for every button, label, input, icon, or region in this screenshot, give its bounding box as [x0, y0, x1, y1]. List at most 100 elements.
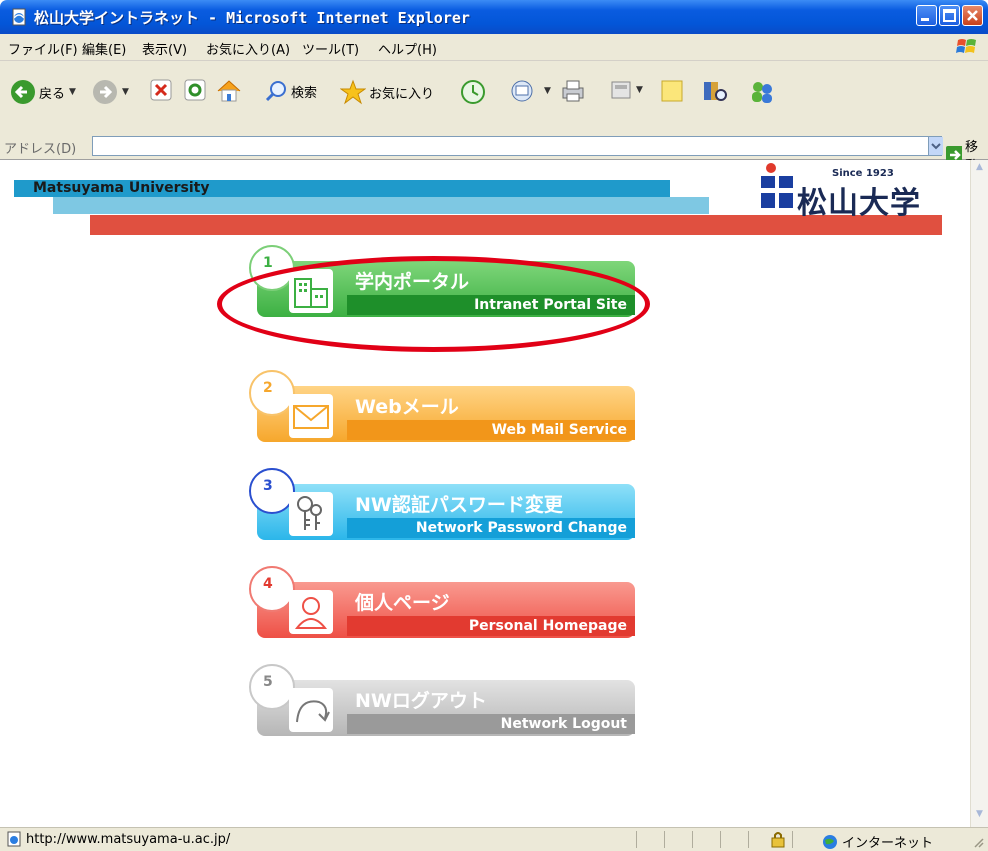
logout-arrow-icon — [296, 700, 330, 723]
history-button[interactable] — [460, 79, 486, 105]
lock-icon — [771, 832, 785, 848]
favorites-button[interactable]: お気に入り — [340, 79, 434, 105]
edit-dropdown-icon[interactable]: ▼ — [636, 85, 643, 95]
research-books-icon — [704, 82, 727, 101]
messenger-icon — [752, 82, 772, 103]
research-button[interactable] — [702, 79, 728, 103]
back-dropdown-icon[interactable]: ▼ — [69, 87, 76, 97]
logo-text[interactable]: 松山大学 — [797, 178, 921, 222]
globe-icon — [823, 834, 837, 849]
close-icon — [967, 10, 978, 21]
mail-dropdown-icon[interactable]: ▼ — [544, 86, 551, 96]
address-bar: アドレス(D) 移動 — [0, 133, 988, 174]
stop-button[interactable] — [150, 79, 172, 101]
button-title: NW認証パスワード変更 — [355, 494, 563, 516]
back-arrow-icon — [11, 80, 35, 104]
button-subtitle: Personal Homepage — [468, 618, 627, 634]
menu-edit[interactable]: 編集(E) — [82, 39, 126, 58]
status-divider — [636, 831, 637, 848]
minimize-button[interactable] — [916, 5, 937, 26]
minimize-icon — [921, 18, 929, 21]
favorites-star-icon — [340, 79, 366, 105]
page-content: Matsuyama University Since 1923 松山大学 1 学… — [7, 160, 970, 827]
icon-box — [289, 492, 333, 536]
scroll-down-icon[interactable]: ▼ — [972, 809, 987, 825]
status-divider — [720, 831, 721, 848]
site-name: Matsuyama University — [33, 180, 210, 196]
web-mail-button[interactable]: 2 Webメール Web Mail Service — [249, 370, 635, 442]
ie-page-icon — [12, 8, 26, 26]
search-icon — [265, 81, 286, 102]
highlight-ellipse — [217, 256, 650, 352]
status-divider — [692, 831, 693, 848]
address-dropdown-button[interactable] — [928, 137, 943, 155]
forward-arrow-icon — [93, 80, 117, 104]
refresh-button[interactable] — [184, 79, 206, 101]
icon-box — [289, 394, 333, 438]
maximize-icon — [943, 9, 956, 22]
mail-button[interactable]: ▼ — [510, 79, 551, 103]
ie-page-icon — [7, 831, 21, 847]
back-button[interactable]: 戻る ▼ — [10, 79, 76, 105]
button-subtitle: Network Password Change — [415, 520, 627, 536]
favorites-label: お気に入り — [369, 86, 435, 102]
sticky-note-icon — [661, 80, 683, 102]
close-button[interactable] — [962, 5, 983, 26]
menu-favorites[interactable]: お気に入り(A) — [206, 39, 290, 58]
person-icon — [294, 597, 328, 629]
envelope-icon — [293, 405, 329, 429]
zone-label: インターネット — [842, 836, 934, 851]
browser-window: 松山大学イントラネット - Microsoft Internet Explore… — [0, 0, 988, 851]
menu-view[interactable]: 表示(V) — [142, 39, 187, 58]
forward-dropdown-icon[interactable]: ▼ — [122, 87, 129, 97]
home-icon — [217, 80, 241, 102]
forward-button[interactable]: ▼ — [92, 79, 129, 105]
status-divider — [664, 831, 665, 848]
windows-logo-icon — [956, 39, 976, 53]
status-divider — [792, 831, 793, 848]
title-bar[interactable]: 松山大学イントラネット - Microsoft Internet Explore… — [0, 0, 988, 34]
maximize-button[interactable] — [939, 5, 960, 26]
keys-icon — [297, 496, 322, 530]
messenger-button[interactable] — [748, 79, 776, 105]
personal-homepage-button[interactable]: 4 個人ページ Personal Homepage — [249, 566, 635, 638]
button-subtitle: Network Logout — [500, 716, 627, 732]
scroll-up-icon[interactable]: ▲ — [972, 162, 987, 178]
window-title: 松山大学イントラネット - Microsoft Internet Explore… — [34, 9, 470, 27]
toolbar: 戻る ▼ ▼ 検索 お気に入り ▼ ▼ — [0, 61, 988, 134]
home-button[interactable] — [216, 79, 242, 103]
network-logout-button[interactable]: 5 NWログアウト Network Logout — [249, 664, 635, 736]
network-password-change-button[interactable]: 3 NW認証パスワード変更 Network Password Change — [249, 468, 635, 540]
button-title: 個人ページ — [355, 592, 450, 614]
search-button[interactable]: 検索 — [264, 79, 317, 103]
print-button[interactable] — [560, 79, 586, 103]
menu-bar: ファイル(F) 編集(E) 表示(V) お気に入り(A) ツール(T) ヘルプ(… — [0, 34, 988, 61]
back-label: 戻る — [39, 86, 66, 102]
address-label: アドレス(D) — [4, 142, 77, 157]
vertical-scrollbar[interactable]: ▲ ▼ — [970, 160, 988, 827]
resize-grip-icon[interactable] — [972, 836, 984, 848]
security-zone: インターネット — [822, 832, 933, 851]
chevron-down-icon — [931, 143, 941, 150]
menu-help[interactable]: ヘルプ(H) — [378, 39, 437, 58]
address-input[interactable] — [92, 136, 942, 156]
status-divider — [748, 831, 749, 848]
button-title: NWログアウト — [355, 690, 487, 712]
menu-tools[interactable]: ツール(T) — [302, 39, 359, 58]
history-icon — [461, 80, 485, 104]
discuss-button[interactable] — [660, 79, 684, 103]
stop-icon — [150, 79, 172, 101]
search-label: 検索 — [291, 85, 318, 101]
status-url: http://www.matsuyama-u.ac.jp/ — [26, 832, 231, 847]
edit-icon — [611, 81, 631, 99]
menu-file[interactable]: ファイル(F) — [8, 39, 78, 58]
university-logo-mark — [761, 163, 793, 208]
mail-icon — [511, 80, 533, 102]
refresh-icon — [184, 79, 206, 101]
icon-box — [289, 590, 333, 634]
button-subtitle: Web Mail Service — [491, 422, 627, 438]
icon-box — [289, 688, 333, 732]
button-title: Webメール — [355, 396, 459, 418]
edit-button[interactable]: ▼ — [610, 79, 643, 101]
header-stripe-light-blue — [53, 197, 709, 214]
